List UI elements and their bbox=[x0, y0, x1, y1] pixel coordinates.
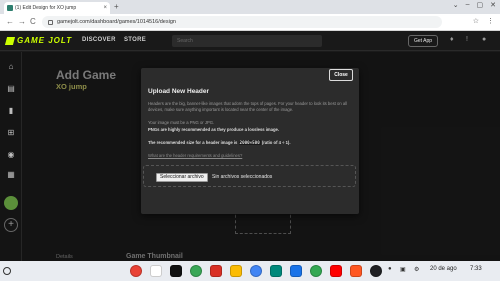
mail-icon[interactable] bbox=[210, 265, 222, 277]
png-note-text: PNGs are highly recommended as they prod… bbox=[148, 127, 280, 132]
gmail-icon[interactable] bbox=[150, 265, 162, 277]
tray-date[interactable]: 20 de ago bbox=[430, 266, 457, 272]
notifications-icon[interactable]: ! bbox=[466, 36, 468, 43]
site-search-input[interactable]: Search bbox=[172, 35, 322, 47]
size-ratio: (ratio of 4 ÷ 1). bbox=[261, 140, 291, 145]
get-app-button[interactable]: Get App bbox=[408, 35, 438, 47]
threads-icon[interactable] bbox=[170, 265, 182, 277]
tray-time[interactable]: 7:33 bbox=[470, 266, 482, 272]
url-text: gamejolt.com/dashboard/games/1014516/des… bbox=[57, 19, 176, 25]
home-icon[interactable]: ⌂ bbox=[6, 62, 16, 72]
cart-icon[interactable]: ⊞ bbox=[6, 128, 16, 138]
browser-tab[interactable]: (1) Edit Design for XO jump × bbox=[4, 2, 110, 14]
bookmark-star-icon[interactable]: ☆ bbox=[473, 17, 479, 25]
png-note: PNGs are highly recommended as they prod… bbox=[148, 127, 354, 133]
launcher-icon[interactable] bbox=[3, 267, 11, 275]
toolbar-icons: ☆ ⋮ bbox=[473, 17, 494, 25]
file-status: Sin archivos seleccionados bbox=[212, 174, 273, 180]
explore-icon[interactable]: ◉ bbox=[6, 150, 16, 160]
close-window-icon[interactable]: ✕ bbox=[490, 1, 496, 9]
meet-icon[interactable] bbox=[270, 265, 282, 277]
minimize-icon[interactable]: – bbox=[466, 1, 470, 9]
browser-tabstrip: (1) Edit Design for XO jump × + ⌄ – ▢ ✕ bbox=[0, 0, 500, 14]
lock-icon bbox=[48, 19, 53, 25]
tab-close-icon[interactable]: × bbox=[103, 5, 107, 11]
site-header: GAME JOLT DISCOVER STORE Search Get App … bbox=[0, 31, 500, 51]
size-prefix: The recommended size for a header image … bbox=[148, 140, 238, 145]
modal-title: Upload New Header bbox=[148, 88, 210, 95]
format-note: Your image must be a PNG or JPG. bbox=[148, 120, 215, 125]
gamejolt-logo[interactable]: GAME JOLT bbox=[4, 36, 73, 45]
nav-store[interactable]: STORE bbox=[124, 37, 146, 43]
files-icon[interactable] bbox=[290, 265, 302, 277]
size-value: 2000×500 bbox=[238, 140, 261, 145]
upload-header-modal: Close Upload New Header Headers are the … bbox=[141, 68, 359, 214]
stats-icon[interactable]: ▦ bbox=[6, 170, 16, 180]
chrome-icon[interactable] bbox=[130, 265, 142, 277]
address-bar[interactable]: gamejolt.com/dashboard/games/1014516/des… bbox=[42, 16, 442, 28]
user-icon[interactable]: ● bbox=[482, 36, 486, 43]
close-button[interactable]: Close bbox=[329, 69, 353, 81]
help-link[interactable]: What are the header requirements and gui… bbox=[148, 153, 242, 158]
tab-title: (1) Edit Design for XO jump bbox=[15, 5, 77, 11]
bell-icon[interactable]: ♦ bbox=[450, 36, 454, 43]
settings-icon[interactable]: ⚙ bbox=[414, 266, 419, 273]
left-sidebar: ⌂ ▤ ▮ ⊞ ◉ ▦ + bbox=[0, 52, 22, 261]
modal-description: Headers are the big, banner-like images … bbox=[148, 101, 348, 112]
tab-search-icon[interactable]: ⌄ bbox=[453, 1, 459, 9]
os-taskbar: ● ▣ ⚙ 20 de ago 7:33 bbox=[0, 261, 500, 281]
add-icon[interactable]: + bbox=[4, 218, 18, 232]
logo-text: GAME JOLT bbox=[17, 36, 73, 45]
photos-icon[interactable] bbox=[250, 265, 262, 277]
terminal-icon[interactable] bbox=[370, 265, 382, 277]
file-dropzone[interactable]: Seleccionar archivo Sin archivos selecci… bbox=[143, 165, 356, 187]
browser-toolbar: ← → C gamejolt.com/dashboard/games/10145… bbox=[0, 14, 500, 31]
size-note: The recommended size for a header image … bbox=[148, 140, 354, 146]
nav-discover[interactable]: DISCOVER bbox=[82, 37, 116, 43]
drive-icon[interactable] bbox=[230, 265, 242, 277]
new-tab-button[interactable]: + bbox=[114, 2, 119, 12]
back-icon[interactable]: ← bbox=[6, 17, 14, 27]
play-store-icon[interactable] bbox=[310, 265, 322, 277]
forward-icon[interactable]: → bbox=[18, 17, 26, 27]
apps-grid-icon[interactable] bbox=[190, 265, 202, 277]
gamejolt-favicon-icon bbox=[7, 5, 13, 11]
screenshot-icon[interactable]: ▣ bbox=[400, 266, 406, 273]
menu-icon[interactable]: ⋮ bbox=[487, 17, 494, 25]
reload-icon[interactable]: C bbox=[30, 17, 36, 27]
library-icon[interactable]: ▤ bbox=[6, 84, 16, 94]
lock-icon[interactable]: ▮ bbox=[6, 106, 16, 116]
youtube-icon[interactable] bbox=[330, 265, 342, 277]
choose-file-button[interactable]: Seleccionar archivo bbox=[156, 173, 208, 182]
avatar[interactable] bbox=[4, 196, 18, 210]
notification-icon[interactable]: ● bbox=[388, 266, 392, 272]
music-icon[interactable] bbox=[350, 265, 362, 277]
window-controls: ⌄ – ▢ ✕ bbox=[453, 1, 496, 9]
maximize-icon[interactable]: ▢ bbox=[477, 1, 484, 9]
logo-mark-icon bbox=[4, 36, 16, 45]
